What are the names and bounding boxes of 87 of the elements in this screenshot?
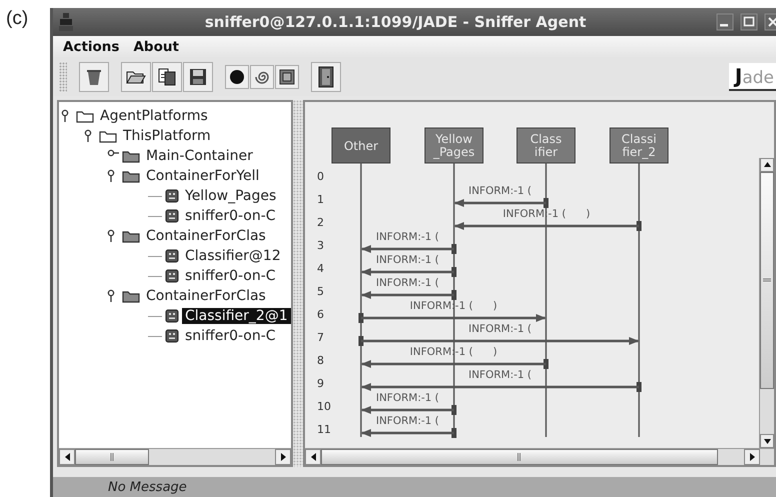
row-number: 5 — [317, 285, 324, 298]
message-label: INFORM:-1 ( — [376, 231, 440, 243]
menu-item[interactable]: Actions — [63, 39, 120, 55]
tree-item[interactable]: Yellow_Pages — [182, 188, 280, 204]
grip-icon — [763, 278, 771, 283]
document-icon — [158, 68, 176, 86]
folder-icon — [122, 289, 140, 303]
tree-item[interactable]: Classifier@12 — [182, 248, 284, 264]
row-number: 3 — [317, 239, 324, 252]
logo: Jade — [728, 63, 776, 91]
splitter-handle[interactable] — [293, 100, 303, 467]
row-number: 0 — [317, 170, 324, 183]
agent-box: Yellow _Pages — [424, 128, 484, 164]
framed-square-icon — [279, 69, 295, 85]
down-arrow-icon — [764, 437, 770, 445]
agent-icon — [165, 249, 179, 263]
figure-label: (c) — [5, 7, 30, 31]
close-icon[interactable] — [764, 13, 776, 31]
row-number: 4 — [317, 262, 324, 275]
horizontal-scrollbar[interactable] — [59, 448, 291, 465]
filled-circle-icon — [229, 69, 245, 85]
horizontal-scrollbar[interactable] — [305, 448, 774, 465]
left-arrow-icon — [310, 453, 316, 461]
toolbar-grip[interactable] — [59, 62, 67, 92]
folder-icon — [122, 169, 140, 183]
minimize-icon[interactable] — [716, 13, 734, 31]
folder-icon — [99, 129, 117, 143]
message-label: INFORM:-1 ( — [468, 369, 532, 381]
row-number: 2 — [317, 216, 324, 229]
agent-icon — [165, 309, 179, 323]
row-number: 10 — [317, 400, 331, 413]
agent-box: Classi fier_2 — [610, 128, 668, 164]
folder-icon — [122, 229, 140, 243]
message-label: INFORM:-1 ( — [468, 185, 532, 197]
folder-icon — [76, 109, 94, 123]
tree-item[interactable]: ContainerForYell — [143, 168, 262, 184]
left-arrow-icon — [64, 453, 70, 461]
up-arrow-icon — [764, 161, 770, 169]
right-arrow-icon — [748, 453, 756, 461]
agent-icon — [165, 329, 179, 343]
save-button[interactable] — [183, 62, 213, 92]
document-button[interactable] — [152, 62, 182, 92]
frame-button[interactable] — [275, 65, 299, 89]
vertical-scrollbar[interactable] — [759, 158, 774, 448]
message-label: INFORM:-1 ( — [468, 323, 532, 335]
exit-button[interactable] — [311, 62, 341, 92]
clear-button[interactable] — [79, 62, 109, 92]
open-folder-icon — [126, 69, 146, 85]
right-arrow-icon — [280, 453, 286, 461]
status-text: No Message — [108, 480, 187, 494]
agent-icon — [165, 269, 179, 283]
agent-box: Other — [332, 128, 390, 164]
menu-item[interactable]: About — [133, 39, 179, 55]
agent-icon — [165, 209, 179, 223]
row-number: 7 — [317, 331, 324, 344]
row-number: 6 — [317, 308, 324, 321]
tree-item[interactable]: Classifier_2@1 — [182, 308, 291, 324]
tree-item[interactable]: sniffer0-on-C — [182, 268, 279, 284]
message-label: INFORM:-1 ( — [376, 392, 440, 404]
spiral-button[interactable] — [250, 65, 274, 89]
tree-item[interactable]: ThisPlatform — [120, 128, 214, 144]
tree-item[interactable]: sniffer0-on-C — [182, 208, 279, 224]
spiral-icon — [254, 69, 270, 85]
open-button[interactable] — [121, 62, 151, 92]
trash-icon — [86, 68, 102, 86]
window-title: sniffer0@127.0.1.1:1099/JADE - Sniffer Agent — [204, 13, 588, 31]
row-number: 8 — [317, 354, 324, 367]
row-number: 9 — [317, 377, 324, 390]
tree-item[interactable]: ContainerForClas — [143, 288, 269, 304]
agent-box: Class ifier — [516, 128, 576, 164]
message-label: INFORM:-1 ( — [376, 254, 440, 266]
sniff-button[interactable] — [225, 65, 249, 89]
tree-item[interactable]: Main-Container — [143, 148, 256, 164]
maximize-icon[interactable] — [740, 13, 758, 31]
tree-item[interactable]: ContainerForClas — [143, 228, 269, 244]
app-icon — [57, 12, 75, 32]
tree-item[interactable]: AgentPlatforms — [97, 108, 211, 124]
row-number: 1 — [317, 193, 324, 206]
message-label: INFORM:-1 ( — [376, 415, 440, 427]
folder-icon — [122, 149, 140, 163]
grip-icon — [517, 453, 522, 461]
tree-item[interactable]: sniffer0-on-C — [182, 328, 279, 344]
row-number: 11 — [317, 423, 331, 436]
grip-icon — [110, 453, 114, 461]
message-label: INFORM:-1 ( — [376, 277, 440, 289]
door-icon — [317, 66, 335, 88]
agent-icon — [165, 189, 179, 203]
